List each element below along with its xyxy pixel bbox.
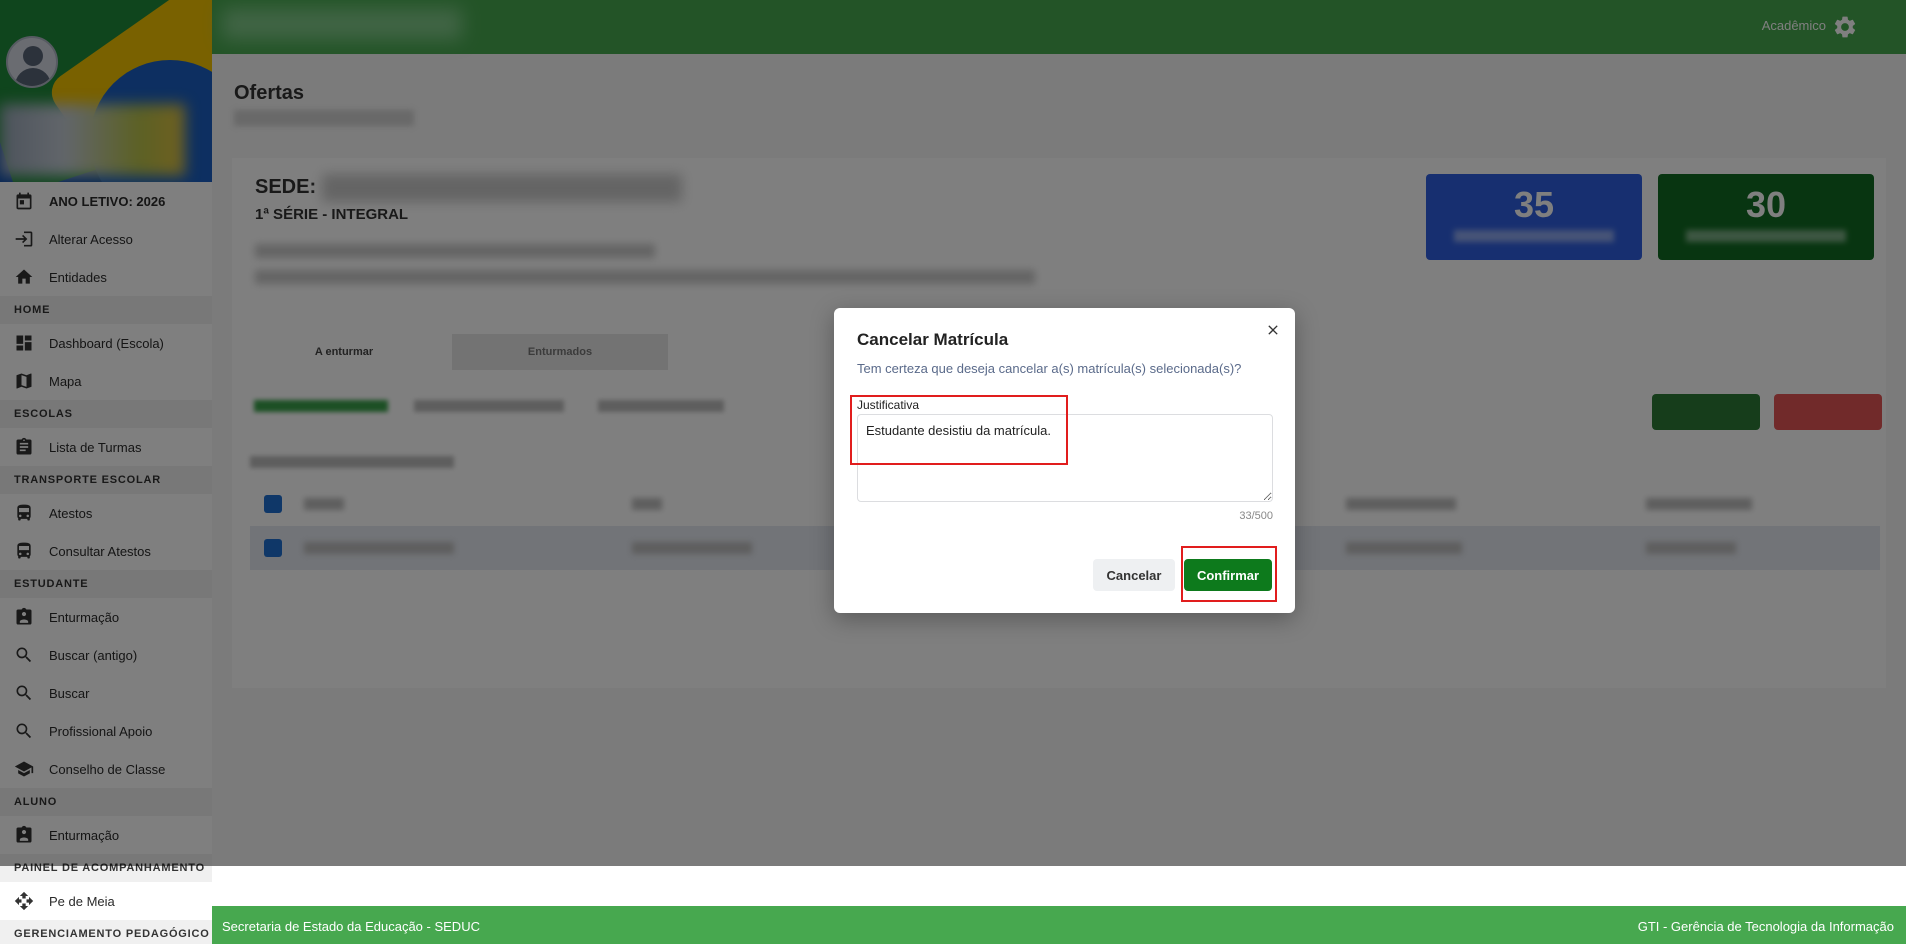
dialog-title: Cancelar Matrícula	[857, 330, 1009, 349]
section-gerenciamento: GERENCIAMENTO PEDAGÓGICO	[0, 920, 212, 944]
sidebar-item-pe-de-meia[interactable]: Pe de Meia	[0, 882, 212, 920]
footer-left: Secretaria de Estado da Educação - SEDUC	[222, 919, 480, 934]
close-icon[interactable]	[1265, 322, 1281, 338]
justificativa-input[interactable]: Estudante desistiu da matrícula.	[857, 414, 1273, 502]
footer-right: GTI - Gerência de Tecnologia da Informaç…	[1637, 919, 1894, 934]
confirm-button[interactable]: Confirmar	[1184, 559, 1272, 591]
cancel-enrollment-dialog: Cancelar Matrícula Tem certeza que desej…	[834, 308, 1295, 613]
cancel-button[interactable]: Cancelar	[1093, 559, 1175, 591]
move-icon	[14, 891, 34, 911]
sidebar-item-label: Pe de Meia	[49, 893, 115, 909]
justificativa-label: Justificativa	[857, 398, 920, 412]
char-counter: 33/500	[1239, 510, 1273, 522]
dialog-question: Tem certeza que deseja cancelar a(s) mat…	[857, 361, 1242, 376]
footer: Secretaria de Estado da Educação - SEDUC…	[212, 906, 1906, 944]
